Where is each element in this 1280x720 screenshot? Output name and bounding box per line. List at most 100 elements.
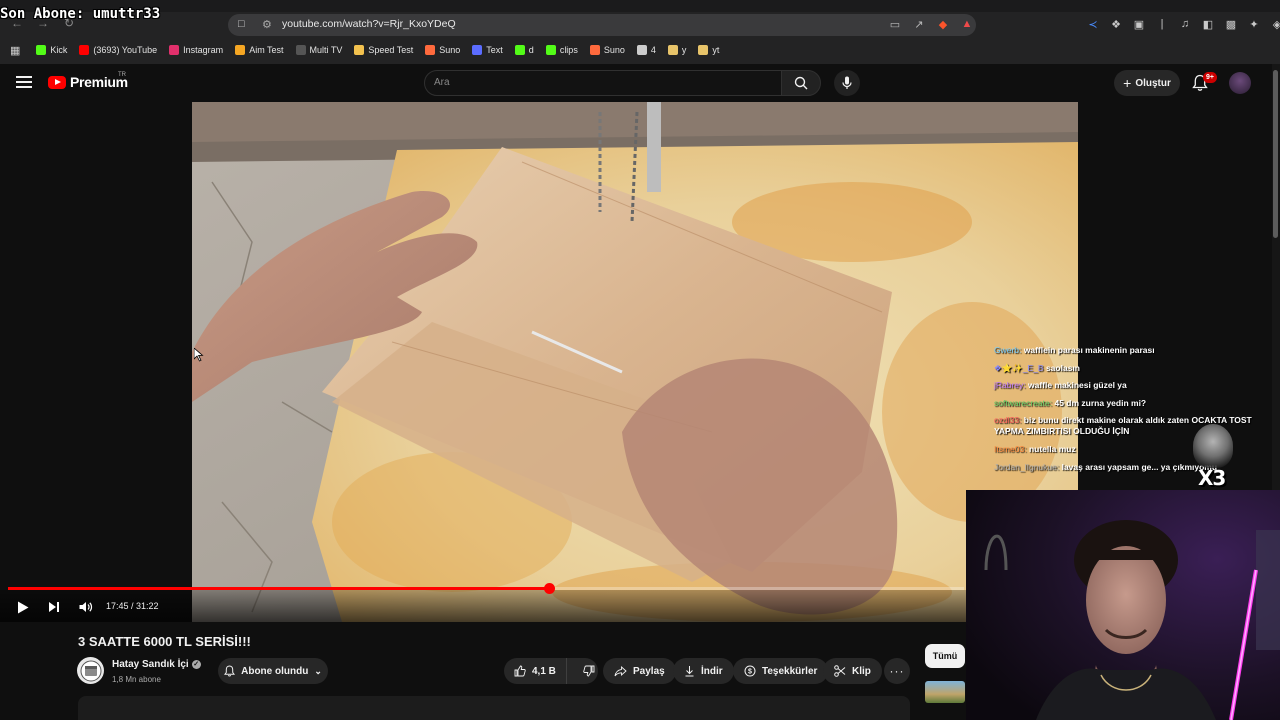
bookmark-page-icon[interactable]: □: [238, 18, 250, 32]
bookmark-item[interactable]: yt: [692, 41, 725, 59]
volume-button[interactable]: [78, 599, 94, 615]
clip-label: Klip: [852, 665, 871, 677]
webcam-overlay: [966, 490, 1280, 720]
bookmark-item[interactable]: Aim Test: [229, 41, 289, 59]
next-button[interactable]: [46, 599, 62, 615]
bookmark-item[interactable]: Suno: [419, 41, 466, 59]
bookmark-label: Multi TV: [309, 45, 343, 55]
kick-icon: [36, 45, 47, 55]
multi-tv-icon: [295, 45, 306, 55]
video-frame[interactable]: [192, 102, 1078, 622]
address-bar-actions: ▭ ↗ ◆ ▲: [888, 17, 974, 31]
chat-username: Gwerb:: [994, 345, 1022, 355]
download-label: İndir: [701, 665, 723, 677]
bookmark-item[interactable]: y: [662, 41, 693, 59]
share-icon[interactable]: ↗: [912, 17, 926, 31]
vpn-icon[interactable]: ◈: [1270, 17, 1280, 31]
bookmark-item[interactable]: d: [509, 41, 540, 59]
filter-chip-all[interactable]: Tümü: [925, 644, 965, 668]
leo-ai-icon[interactable]: ✦: [1247, 17, 1261, 31]
music-icon[interactable]: ♫: [1178, 17, 1192, 31]
share-icon: [614, 665, 627, 676]
share-button[interactable]: Paylaş: [603, 658, 676, 684]
cast-icon[interactable]: ▭: [888, 17, 902, 31]
bookmark-item[interactable]: Kick: [30, 41, 73, 59]
search-input[interactable]: [424, 70, 782, 96]
bookmark-item[interactable]: (3693) YouTube: [73, 41, 163, 59]
clips-icon: [545, 45, 556, 55]
brave-shield-icon[interactable]: ◆: [936, 17, 950, 31]
related-video-thumbnail[interactable]: [925, 681, 965, 703]
channel-avatar[interactable]: [77, 657, 104, 684]
channel-name-link[interactable]: Hatay Sandık İçi ✓: [112, 659, 201, 670]
bookmark-item[interactable]: Suno: [584, 41, 631, 59]
chat-text: saolasın: [1043, 362, 1080, 373]
webcam-image: [966, 490, 1280, 720]
download-button[interactable]: İndir: [673, 658, 734, 684]
video-image: [192, 102, 1078, 622]
bookmark-label: Instagram: [183, 45, 224, 55]
play-button[interactable]: [15, 599, 31, 615]
account-avatar[interactable]: [1229, 72, 1251, 94]
chat-text: waffle makinesi güzel ya: [1025, 380, 1127, 390]
bookmark-item[interactable]: clips: [540, 41, 584, 59]
progress-scrubber[interactable]: [544, 583, 555, 594]
chat-message: softwarecreate: 45 dm zurna yedin mi?: [994, 395, 1280, 413]
verified-icon: ✓: [191, 660, 201, 669]
suno-icon: [425, 45, 436, 55]
super-thanks-icon: $: [744, 665, 756, 677]
chat-message: Jordan_lIgnukue: lavaş arası yapsam ge..…: [994, 459, 1280, 477]
description-box[interactable]: [78, 696, 910, 720]
subscribe-label: Abone olundu: [241, 665, 309, 677]
bookmark-item[interactable]: Multi TV: [290, 41, 349, 59]
youtube-icon: [79, 45, 90, 55]
dislike-button[interactable]: [573, 658, 605, 684]
search-icon: [794, 76, 808, 90]
bookmark-item[interactable]: Speed Test: [348, 41, 419, 59]
chat-text: lavaş arası yapsam ge... ya çıkmıyomu: [1059, 461, 1218, 472]
url-text[interactable]: youtube.com/watch?v=Rjr_KxoYDeQ: [282, 18, 456, 30]
chat-message: ❖⭐✨_E_B saolasın: [994, 360, 1280, 378]
chat-message: Itsme03: nutella muz: [994, 441, 1280, 459]
divider-icon: |: [1160, 18, 1164, 30]
screenshot-icon[interactable]: ▣: [1132, 17, 1146, 31]
thanks-button[interactable]: $ Teşekkürler: [733, 658, 829, 684]
circle-icon: [636, 45, 647, 55]
search-button[interactable]: [781, 70, 821, 96]
translate-icon[interactable]: ≺: [1086, 17, 1100, 31]
time-display: 17:45 / 31:22: [106, 601, 159, 611]
youtube-logo[interactable]: Premium: [48, 74, 128, 90]
bookmark-label: Speed Test: [368, 45, 414, 55]
voice-search-button[interactable]: [834, 70, 860, 96]
create-button[interactable]: + Oluştur: [1114, 70, 1180, 96]
speed-test-icon: [354, 45, 365, 55]
bookmark-item[interactable]: Text: [466, 41, 509, 59]
chat-text: nutella muz: [1026, 444, 1076, 454]
chat-username: Jordan_lIgnukue:: [994, 461, 1060, 472]
channel-logo-icon: [80, 660, 101, 681]
search-placeholder: Ara: [434, 77, 450, 88]
bookmark-label: Text: [486, 45, 503, 55]
svg-text:$: $: [748, 669, 752, 676]
like-button[interactable]: 4,1 B: [504, 658, 567, 684]
extensions-icon[interactable]: ❖: [1109, 17, 1123, 31]
chat-username: Itsme03:: [994, 444, 1027, 454]
hamburger-menu-icon[interactable]: [16, 76, 32, 88]
bookmark-label: d: [528, 45, 534, 55]
bookmarks-bar: ▦ Kick (3693) YouTube Instagram Aim Test Mul…: [0, 40, 1280, 60]
bookmark-item[interactable]: Instagram: [163, 41, 229, 59]
bookmark-list: Kick (3693) YouTube Instagram Aim Test Multi…: [30, 41, 725, 59]
subscribe-button[interactable]: Abone olundu ⌄: [218, 658, 328, 684]
scrollbar-thumb[interactable]: [1273, 70, 1278, 238]
apps-icon[interactable]: ▦: [8, 44, 28, 57]
wallet-icon[interactable]: ▩: [1224, 17, 1238, 31]
notification-badge: 9+: [1203, 72, 1217, 83]
more-actions-button[interactable]: ···: [884, 658, 910, 684]
clip-button[interactable]: Klip: [823, 658, 882, 684]
thumbs-down-icon: [583, 665, 595, 677]
bookmark-item[interactable]: 4: [631, 41, 662, 59]
brave-rewards-icon[interactable]: ▲: [960, 17, 974, 31]
sidebar-icon[interactable]: ◧: [1201, 17, 1215, 31]
site-info-icon[interactable]: ⚙: [262, 18, 272, 31]
progress-bar[interactable]: [8, 583, 964, 594]
